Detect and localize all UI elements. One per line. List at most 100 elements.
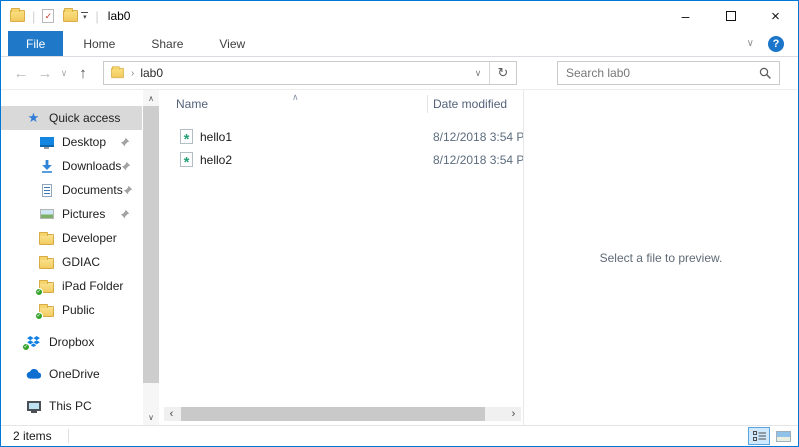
- sidebar-item-ipad-folder[interactable]: ✓ iPad Folder: [1, 274, 142, 298]
- scroll-up-icon[interactable]: ∧: [143, 90, 159, 106]
- explorer-window: { "colors": { "accent_border": "#0078d7"…: [0, 0, 799, 447]
- scroll-left-icon[interactable]: ‹: [164, 407, 179, 421]
- folder-icon: [38, 256, 55, 269]
- file-rows: * hello1 8/12/2018 3:54 PM * hello2 8/12…: [161, 125, 523, 171]
- qat-new-folder-icon[interactable]: [63, 10, 78, 22]
- file-icon: *: [180, 129, 193, 144]
- maximize-button[interactable]: [708, 1, 753, 31]
- sync-check-badge-icon: ✓: [35, 312, 43, 320]
- qat-customize-dropdown-icon[interactable]: ▾: [81, 12, 88, 20]
- ribbon-right-controls: ∨ ?: [747, 31, 798, 56]
- ribbon-tab-bar: File Home Share View ∨ ?: [1, 31, 798, 57]
- qat-dropdown-triangle: ▾: [83, 15, 87, 20]
- forward-button[interactable]: →: [33, 65, 57, 82]
- preview-message: Select a file to preview.: [600, 251, 723, 265]
- address-folder-icon: [111, 68, 124, 78]
- file-name: hello2: [200, 153, 232, 167]
- scrollbar-track[interactable]: [179, 407, 506, 421]
- details-view-button[interactable]: [748, 427, 770, 445]
- large-icons-view-button[interactable]: [772, 427, 794, 445]
- item-count: 2 items: [13, 429, 52, 443]
- minimize-button[interactable]: –: [663, 1, 708, 31]
- file-date-modified: 8/12/2018 3:54 PM: [433, 130, 523, 144]
- address-bar[interactable]: › lab0 ∨ ↻: [103, 61, 517, 85]
- sidebar-item-label: This PC: [49, 399, 92, 413]
- horizontal-scrollbar[interactable]: ‹ ›: [164, 407, 521, 421]
- search-input[interactable]: [558, 66, 759, 80]
- divider: |: [95, 9, 98, 24]
- tab-share[interactable]: Share: [135, 31, 199, 56]
- sort-ascending-icon: ∧: [292, 92, 299, 103]
- column-header-name[interactable]: Name: [176, 97, 208, 111]
- pictures-icon: [38, 209, 55, 219]
- quick-access-star-icon: ★: [25, 110, 42, 126]
- sidebar-item-developer[interactable]: Developer: [1, 226, 142, 250]
- scrollbar-thumb[interactable]: [181, 407, 485, 421]
- preview-pane: Select a file to preview.: [523, 90, 798, 425]
- window-controls: – ×: [663, 1, 798, 31]
- sidebar-item-this-pc[interactable]: This PC: [1, 394, 142, 418]
- sidebar-item-desktop[interactable]: Desktop: [1, 130, 142, 154]
- tab-view[interactable]: View: [203, 31, 261, 56]
- close-button[interactable]: ×: [753, 1, 798, 31]
- refresh-icon[interactable]: ↻: [490, 65, 516, 81]
- maximize-icon: [726, 11, 736, 21]
- up-button[interactable]: ↑: [71, 65, 95, 82]
- column-header-date-modified[interactable]: Date modified: [433, 97, 507, 111]
- sidebar-item-public[interactable]: ✓ Public: [1, 298, 142, 322]
- dropbox-icon: ✓: [25, 336, 42, 348]
- qat-dropdown-bar: [81, 12, 88, 13]
- sidebar-item-gdiac[interactable]: GDIAC: [1, 250, 142, 274]
- sidebar-item-dropbox[interactable]: ✓ Dropbox: [1, 330, 142, 354]
- scroll-down-icon[interactable]: ∨: [143, 409, 159, 425]
- file-list-pane: ∧ Name Date modified * hello1 8/12/2018 …: [161, 90, 523, 425]
- tab-file[interactable]: File: [8, 31, 63, 56]
- divider: |: [32, 9, 35, 24]
- file-type-glyph: *: [184, 161, 190, 165]
- file-type-glyph: *: [184, 138, 190, 142]
- large-icons-view-icon: [776, 431, 791, 442]
- file-row-hello2[interactable]: * hello2 8/12/2018 3:54 PM: [161, 148, 523, 171]
- sidebar-item-label: Developer: [62, 231, 117, 245]
- sidebar-item-quick-access[interactable]: ★ Quick access: [1, 106, 142, 130]
- scroll-right-icon[interactable]: ›: [506, 407, 521, 421]
- file-icon: *: [180, 152, 193, 167]
- sidebar-scrollbar[interactable]: ∧ ∨: [143, 90, 159, 425]
- file-name: hello1: [200, 130, 232, 144]
- sidebar-item-documents[interactable]: Documents: [1, 178, 142, 202]
- sync-check-badge-icon: ✓: [35, 288, 43, 296]
- sidebar-item-downloads[interactable]: Downloads: [1, 154, 142, 178]
- qat-properties-icon[interactable]: ✓: [42, 9, 54, 23]
- address-dropdown-icon[interactable]: ∨: [467, 68, 489, 79]
- synced-folder-icon: ✓: [38, 280, 55, 293]
- scrollbar-thumb[interactable]: [143, 106, 159, 383]
- navigation-bar: ← → ∨ ↑ › lab0 ∨ ↻: [1, 57, 798, 90]
- column-divider[interactable]: [427, 95, 428, 113]
- onedrive-cloud-icon: [25, 369, 42, 379]
- window-folder-icon: [10, 10, 25, 22]
- documents-icon: [38, 184, 55, 197]
- breadcrumb-folder[interactable]: lab0: [140, 66, 163, 80]
- sidebar-item-pictures[interactable]: Pictures: [1, 202, 142, 226]
- main-area: ★ Quick access Desktop Downloads Documen…: [1, 90, 798, 425]
- synced-folder-icon: ✓: [38, 304, 55, 317]
- search-icon[interactable]: [759, 67, 772, 80]
- ribbon-expand-icon[interactable]: ∨: [747, 38, 754, 49]
- view-toggle-buttons: [748, 427, 794, 445]
- search-box: [557, 61, 780, 85]
- window-title: lab0: [108, 9, 131, 23]
- this-pc-icon: [25, 401, 42, 411]
- tab-home[interactable]: Home: [67, 31, 131, 56]
- navigation-pane: ★ Quick access Desktop Downloads Documen…: [1, 90, 161, 425]
- back-button[interactable]: ←: [9, 65, 33, 82]
- sidebar-item-label: Downloads: [62, 159, 121, 173]
- sidebar-item-label: Public: [62, 303, 95, 317]
- file-row-hello1[interactable]: * hello1 8/12/2018 3:54 PM: [161, 125, 523, 148]
- divider: [68, 429, 69, 443]
- breadcrumb-chevron-icon[interactable]: ›: [131, 68, 134, 79]
- status-bar: 2 items: [1, 425, 798, 446]
- help-icon[interactable]: ?: [768, 36, 784, 52]
- recent-locations-dropdown-icon[interactable]: ∨: [57, 68, 71, 79]
- pin-icon: [123, 185, 133, 195]
- sidebar-item-onedrive[interactable]: OneDrive: [1, 362, 142, 386]
